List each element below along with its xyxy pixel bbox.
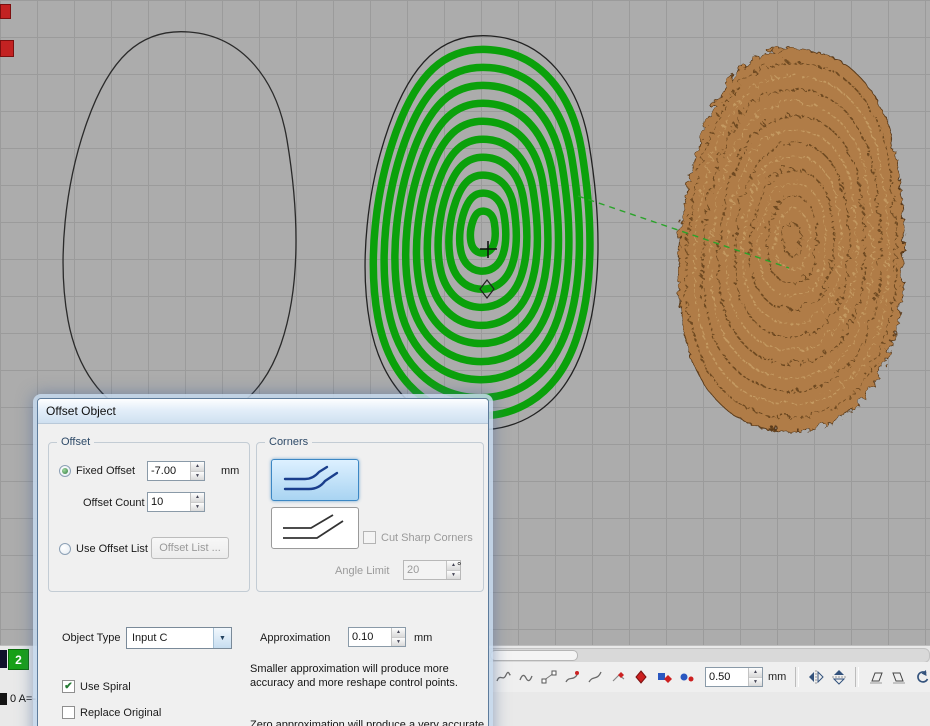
- use-spiral-checkbox[interactable]: ✔ Use Spiral: [62, 680, 131, 693]
- dot-pair-icon[interactable]: [676, 667, 697, 688]
- object-type-dropdown[interactable]: Input C ▼: [126, 627, 232, 649]
- offset-list-button[interactable]: Offset List ...: [151, 537, 229, 559]
- checkbox-checked-icon[interactable]: ✔: [62, 680, 75, 693]
- spin-up-icon[interactable]: ▲: [191, 462, 204, 472]
- status-color-chip: [0, 693, 7, 705]
- corners-group: Corners: [256, 442, 484, 592]
- spin-up-icon[interactable]: ▲: [749, 668, 762, 678]
- approximation-input-group: ▲ ▼: [348, 627, 406, 647]
- fixed-offset-input[interactable]: [148, 462, 190, 480]
- offset-count-input-group: ▲ ▼: [147, 492, 205, 512]
- round-corner-button[interactable]: [271, 459, 359, 501]
- spin-down-icon[interactable]: ▼: [392, 638, 405, 647]
- offset-count-input[interactable]: [148, 493, 190, 511]
- stitch-fill-shape[interactable]: [676, 47, 902, 429]
- fixed-offset-input-group: ▲ ▼: [147, 461, 205, 481]
- outline-shape[interactable]: [63, 32, 296, 426]
- use-offset-list-label: Use Offset List: [76, 543, 148, 555]
- object-type-value: Input C: [127, 632, 213, 644]
- offset-count-spinner: ▲ ▼: [190, 493, 204, 511]
- offset-object-dialog: Offset Object Offset Fixed Offset ▲ ▼: [33, 394, 493, 726]
- fixed-offset-label: Fixed Offset: [76, 465, 135, 477]
- palette-color-current-badge[interactable]: 2: [8, 649, 29, 670]
- angle-limit-label: Angle Limit: [335, 565, 389, 577]
- bottom-toolbar: ▲ ▼ mm: [486, 662, 930, 692]
- docked-red-tool-icon[interactable]: [0, 4, 11, 19]
- round-corner-icon: [279, 465, 351, 495]
- radio-selected-icon[interactable]: [59, 465, 71, 477]
- offset-count-label: Offset Count: [83, 497, 145, 509]
- curve-tool-icon[interactable]: [584, 667, 605, 688]
- approximation-note: Smaller approximation will produce more …: [250, 662, 476, 691]
- approximation-label: Approximation: [260, 632, 330, 644]
- mirror-vertical-icon[interactable]: [828, 667, 849, 688]
- angle-limit-input[interactable]: [404, 561, 446, 579]
- spin-up-icon[interactable]: ▲: [392, 628, 405, 638]
- sharp-corner-button[interactable]: [271, 507, 359, 549]
- replace-original-label: Replace Original: [80, 707, 161, 719]
- mirror-horizontal-icon[interactable]: [805, 667, 826, 688]
- dialog-body: Offset Fixed Offset ▲ ▼ mm Offset Count: [38, 424, 488, 726]
- spin-down-icon[interactable]: ▼: [749, 678, 762, 687]
- corner-mark-icon[interactable]: [607, 667, 628, 688]
- stitch-width-input-group: ▲ ▼: [705, 667, 763, 687]
- rotate-ccw-icon[interactable]: [911, 667, 930, 688]
- offset-group: Offset Fixed Offset ▲ ▼ mm Offset Count: [48, 442, 250, 592]
- offset-spiral-shape[interactable]: [365, 36, 598, 430]
- cut-sharp-corners-label: Cut Sharp Corners: [381, 532, 473, 544]
- offset-list-button-label: Offset List ...: [159, 542, 221, 554]
- skew-right-icon[interactable]: [888, 667, 909, 688]
- dialog-frame: Offset Object Offset Fixed Offset ▲ ▼: [37, 398, 489, 726]
- fixed-offset-radio[interactable]: Fixed Offset: [59, 465, 135, 477]
- angle-limit-input-group: ▲ ▼: [403, 560, 461, 580]
- blue-square-red-diamond-icon[interactable]: [653, 667, 674, 688]
- radio-unselected-icon[interactable]: [59, 543, 71, 555]
- checkbox-unchecked-icon[interactable]: [363, 531, 376, 544]
- cut-sharp-corners-checkbox[interactable]: Cut Sharp Corners: [363, 531, 473, 544]
- spin-up-icon[interactable]: ▲: [191, 493, 204, 503]
- dialog-titlebar[interactable]: Offset Object: [38, 399, 488, 424]
- replace-original-checkbox[interactable]: Replace Original: [62, 706, 161, 719]
- use-offset-list-radio[interactable]: Use Offset List: [59, 543, 148, 555]
- wave-tool-icon[interactable]: [515, 667, 536, 688]
- horizontal-scrollbar[interactable]: [486, 648, 930, 663]
- skew-left-icon[interactable]: [865, 667, 886, 688]
- approximation-spinner: ▲ ▼: [391, 628, 405, 646]
- spin-down-icon[interactable]: ▼: [191, 503, 204, 512]
- stitch-mark-icon[interactable]: [561, 667, 582, 688]
- toolbar-separator: [855, 667, 859, 687]
- chevron-down-icon[interactable]: ▼: [213, 628, 231, 648]
- application-window: ▲ ▼ mm 2 0 A=-14: [0, 0, 930, 726]
- stitch-width-input[interactable]: [706, 668, 748, 686]
- checkbox-unchecked-icon[interactable]: [62, 706, 75, 719]
- sharp-corner-icon: [279, 513, 351, 543]
- zero-approximation-note: Zero approximation will produce a very a…: [250, 718, 488, 726]
- fixed-offset-unit: mm: [221, 465, 239, 477]
- angle-limit-unit: °: [457, 561, 461, 573]
- scrollbar-thumb[interactable]: [490, 650, 578, 661]
- stitch-width-spinner: ▲ ▼: [748, 668, 762, 686]
- stitch-width-unit: mm: [768, 671, 786, 683]
- fixed-offset-spinner: ▲ ▼: [190, 462, 204, 480]
- contour-tool-icon[interactable]: [492, 667, 513, 688]
- dialog-title: Offset Object: [38, 404, 116, 418]
- spin-down-icon[interactable]: ▼: [191, 472, 204, 481]
- corners-group-label: Corners: [265, 436, 312, 448]
- approximation-input[interactable]: [349, 628, 391, 646]
- use-spiral-label: Use Spiral: [80, 681, 131, 693]
- node-edit-icon[interactable]: [538, 667, 559, 688]
- approximation-unit: mm: [414, 632, 432, 644]
- docked-red-tool-icon[interactable]: [0, 40, 14, 57]
- object-type-label: Object Type: [62, 632, 121, 644]
- palette-color-dark[interactable]: [0, 650, 7, 668]
- red-diamond-icon[interactable]: [630, 667, 651, 688]
- offset-group-label: Offset: [57, 436, 94, 448]
- toolbar-separator: [795, 667, 799, 687]
